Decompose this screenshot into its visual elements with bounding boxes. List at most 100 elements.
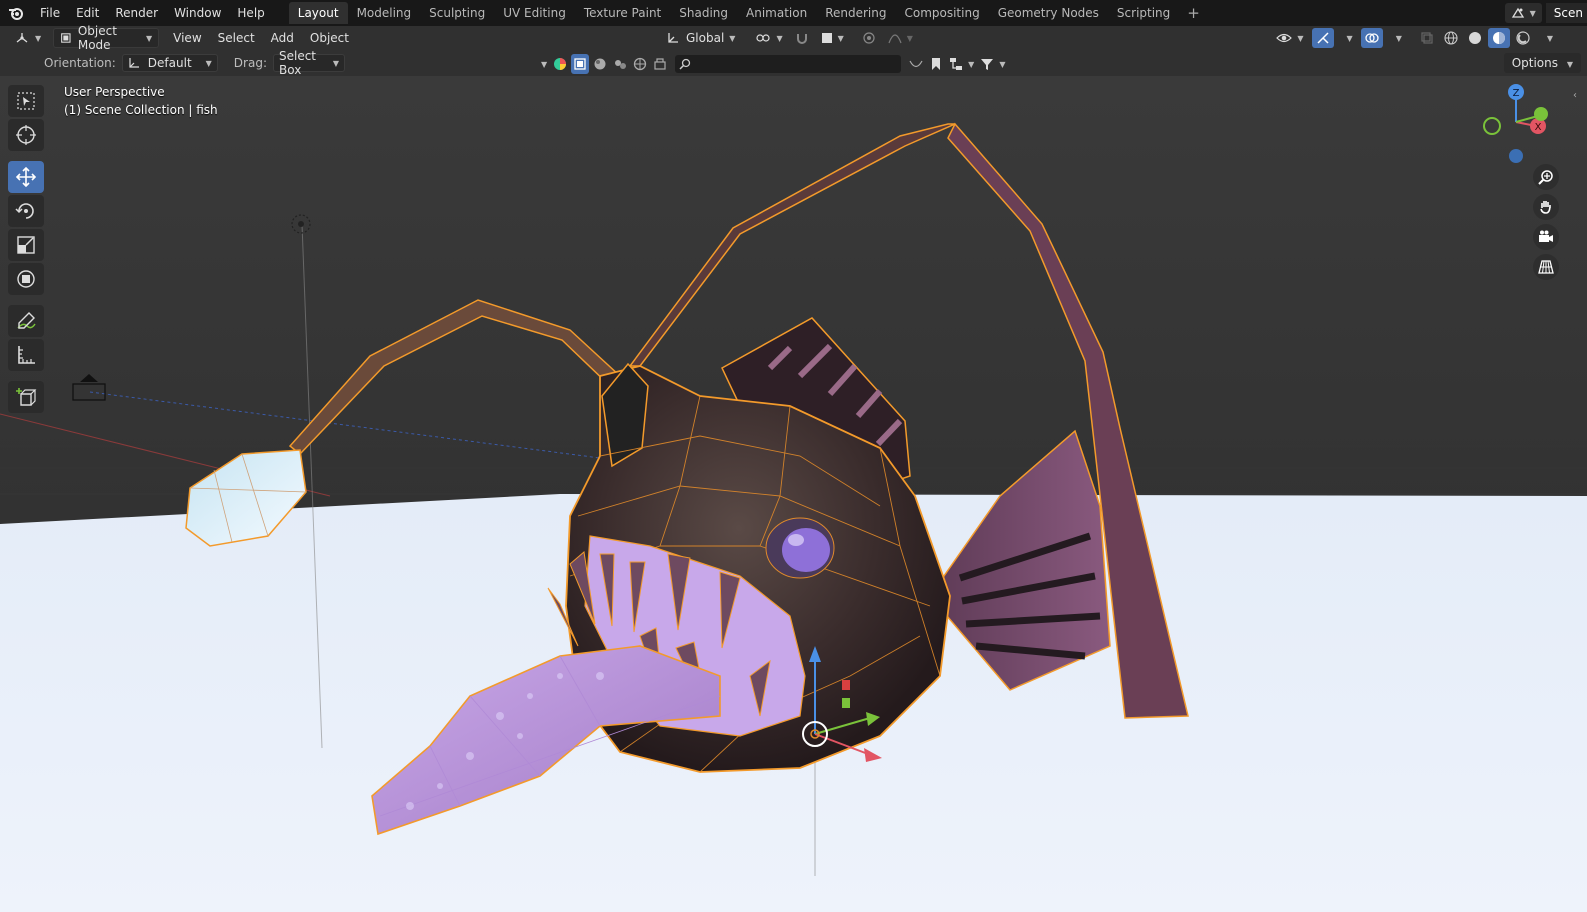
gizmo-toggle[interactable]: [1311, 28, 1334, 48]
tool-scale[interactable]: [8, 229, 44, 261]
tab-geometry-nodes[interactable]: Geometry Nodes: [989, 2, 1108, 24]
tool-select-box[interactable]: [8, 85, 44, 117]
select-intersect-icon: [654, 58, 666, 70]
chevron-down-icon: ▼: [1546, 33, 1553, 43]
transform-orientation-dropdown[interactable]: Global ▼: [660, 28, 741, 48]
options-dropdown[interactable]: Options ▼: [1503, 53, 1581, 73]
menu-window[interactable]: Window: [166, 0, 229, 26]
zoom-button[interactable]: [1533, 164, 1559, 190]
color-picker-button[interactable]: [551, 54, 569, 74]
chevron-down-icon[interactable]: ▼: [541, 60, 547, 69]
tool-cursor[interactable]: [8, 119, 44, 151]
menu-select[interactable]: Select: [212, 28, 261, 48]
menu-help[interactable]: Help: [229, 0, 272, 26]
scene-browse-button[interactable]: ▼: [1504, 3, 1542, 23]
menu-file[interactable]: File: [32, 0, 68, 26]
overlays-toggle[interactable]: [1360, 28, 1383, 48]
camera-icon: [1539, 230, 1553, 242]
view-layer-dropdown[interactable]: ▼: [947, 54, 976, 74]
tab-rendering[interactable]: Rendering: [816, 2, 895, 24]
mode-dropdown[interactable]: Object Mode ▼: [53, 24, 160, 52]
visibility-dropdown[interactable]: ▼: [1270, 28, 1309, 48]
tab-layout[interactable]: Layout: [288, 2, 348, 24]
menu-add[interactable]: Add: [265, 28, 300, 48]
chevron-down-icon: ▼: [729, 33, 736, 43]
select-mode-subtract[interactable]: [611, 54, 629, 74]
measure-ruler-icon: [18, 346, 35, 364]
tool-move[interactable]: [8, 161, 44, 193]
shading-wireframe-button[interactable]: [1440, 28, 1462, 48]
tab-sculpting[interactable]: Sculpting: [420, 2, 494, 24]
options-label: Options: [1511, 56, 1559, 70]
orientation-value: Default: [147, 56, 192, 70]
gizmo-icon: [1317, 32, 1329, 44]
menu-view[interactable]: View: [167, 28, 207, 48]
pan-button[interactable]: [1533, 194, 1559, 220]
tab-compositing[interactable]: Compositing: [895, 2, 988, 24]
camera-view-button[interactable]: [1533, 224, 1559, 250]
grid-perspective-icon: [1538, 260, 1554, 274]
select-mode-set[interactable]: [571, 54, 590, 74]
scene-name-field[interactable]: Scen: [1545, 3, 1587, 23]
tab-modeling[interactable]: Modeling: [348, 2, 421, 24]
add-workspace-button[interactable]: +: [1179, 4, 1208, 22]
tab-shading[interactable]: Shading: [670, 2, 737, 24]
gizmo-dropdown[interactable]: ▼: [1336, 28, 1359, 48]
menu-object[interactable]: Object: [304, 28, 355, 48]
nav-neg-z-axis[interactable]: [1509, 149, 1523, 163]
gizmo-plane-xz[interactable]: [842, 680, 850, 690]
select-set-icon: [574, 58, 586, 70]
shading-material-button[interactable]: [1487, 28, 1510, 48]
menu-render[interactable]: Render: [107, 0, 166, 26]
shading-rendered-button[interactable]: [1512, 28, 1534, 48]
bookmark-toggle[interactable]: [927, 54, 945, 74]
drag-dropdown[interactable]: Select Box ▼: [272, 49, 345, 77]
annotate-pencil-icon: [17, 312, 36, 329]
filter-dropdown[interactable]: ▼: [978, 54, 1007, 74]
nav-x-label: X: [1535, 122, 1542, 133]
filter-tools: ▼ ▼ ▼: [536, 54, 1007, 74]
tab-animation[interactable]: Animation: [737, 2, 816, 24]
snap-toggle[interactable]: [791, 28, 813, 48]
eye-icon: [1276, 33, 1293, 43]
tab-uv-editing[interactable]: UV Editing: [494, 2, 575, 24]
filter-toggle-a[interactable]: [907, 54, 925, 74]
chevron-down-icon: ▼: [1529, 8, 1536, 18]
gizmo-plane-yz[interactable]: [842, 698, 850, 708]
perspective-toggle-button[interactable]: [1533, 254, 1559, 280]
tab-texture-paint[interactable]: Texture Paint: [575, 2, 670, 24]
tool-add-cube[interactable]: [8, 381, 44, 413]
viewport-canvas[interactable]: Z X: [0, 76, 1587, 912]
solid-sphere-icon: [1468, 32, 1481, 44]
tool-transform[interactable]: [8, 263, 44, 295]
editor-type-button[interactable]: ▼: [8, 28, 47, 48]
shading-dropdown[interactable]: ▼: [1536, 28, 1559, 48]
tool-measure[interactable]: [8, 339, 44, 371]
menu-edit[interactable]: Edit: [68, 0, 107, 26]
shading-solid-button[interactable]: [1464, 28, 1486, 48]
search-input[interactable]: [675, 55, 902, 73]
tool-annotate[interactable]: [8, 305, 44, 337]
select-mode-invert[interactable]: [631, 54, 649, 74]
overlays-dropdown[interactable]: ▼: [1385, 28, 1408, 48]
select-mode-extend[interactable]: [591, 54, 609, 74]
fish-eye[interactable]: [765, 517, 835, 579]
snap-target-dropdown[interactable]: ▼: [815, 28, 850, 48]
pivot-point-dropdown[interactable]: ▼: [749, 28, 788, 48]
blender-logo-icon[interactable]: [0, 0, 32, 26]
orientation-label: Orientation:: [44, 56, 116, 70]
select-mode-intersect[interactable]: [651, 54, 669, 74]
sidebar-expand-icon[interactable]: ‹: [1573, 90, 1583, 101]
proportional-editing-toggle[interactable]: [858, 28, 880, 48]
select-invert-icon: [634, 57, 647, 71]
tool-rotate[interactable]: [8, 195, 44, 227]
orientation-dropdown[interactable]: Default ▼: [121, 54, 218, 72]
xray-toggle[interactable]: [1416, 28, 1438, 48]
tab-scripting[interactable]: Scripting: [1108, 2, 1179, 24]
3d-viewport[interactable]: Z X User Perspective (1) Scene Collectio…: [0, 76, 1587, 912]
proportional-falloff-dropdown[interactable]: ▼: [882, 28, 919, 48]
3d-viewport-icon: [16, 33, 28, 43]
chevron-down-icon: ▼: [968, 59, 975, 69]
nav-y-axis[interactable]: [1534, 107, 1548, 121]
transform-icon: [17, 270, 35, 288]
